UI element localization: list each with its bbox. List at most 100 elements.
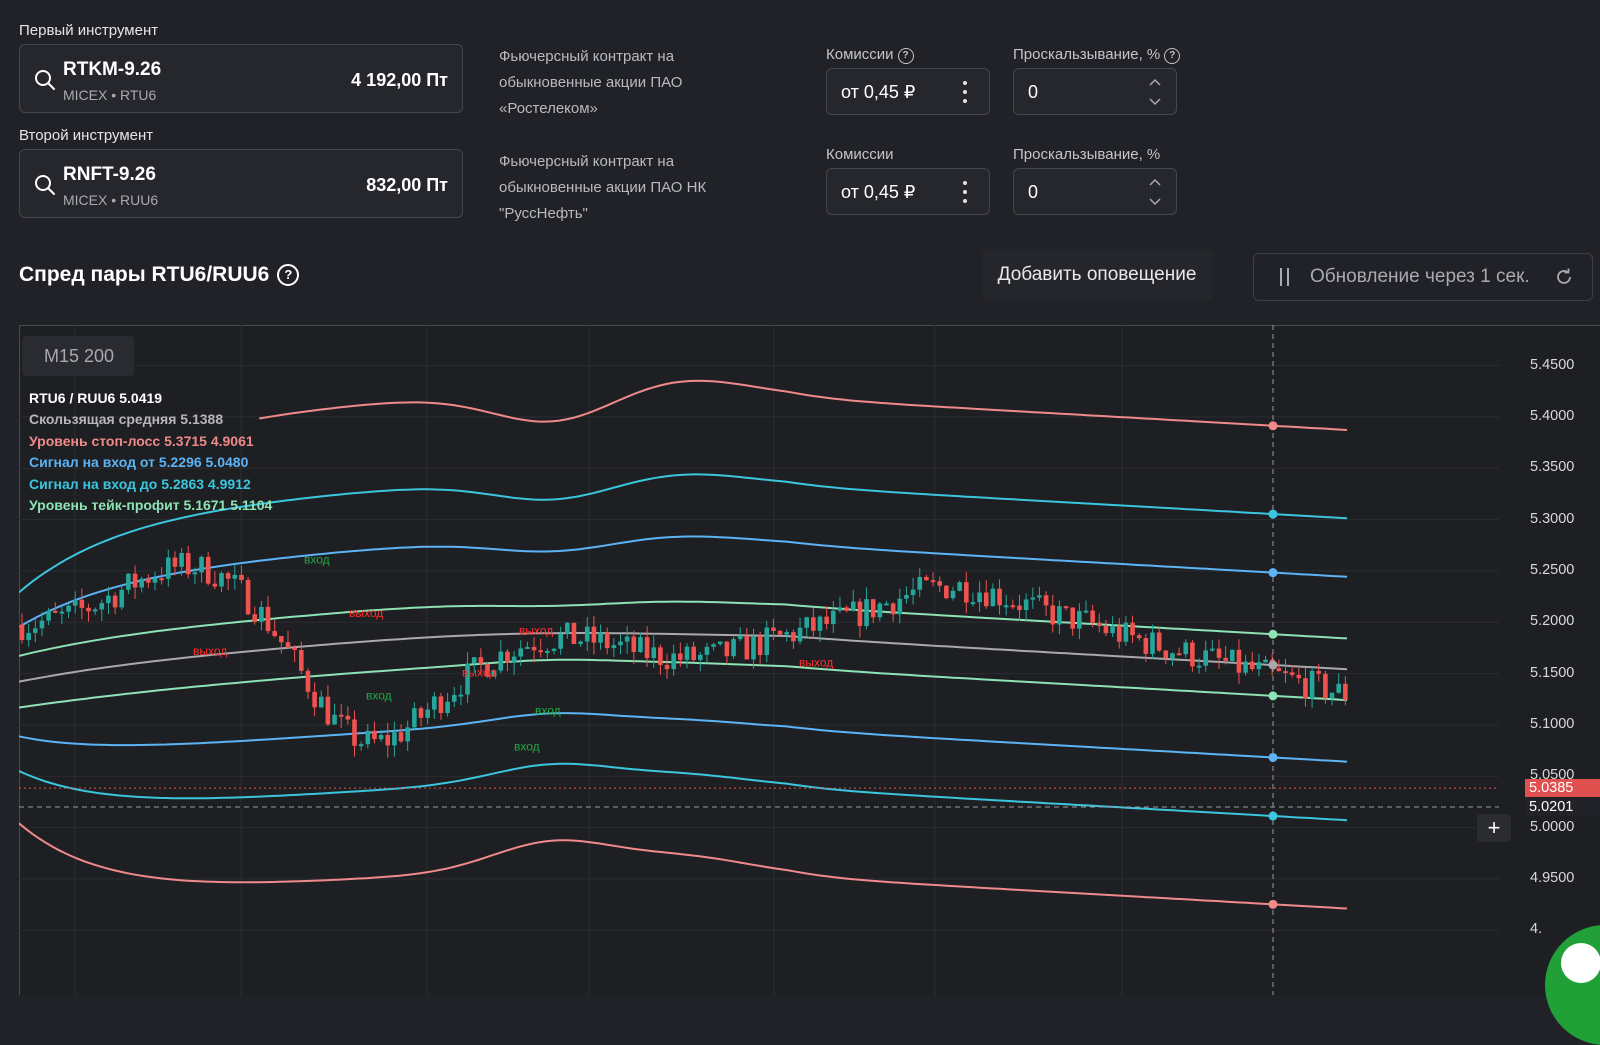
candle-body (385, 734, 391, 746)
candle-body (1023, 599, 1029, 611)
help-icon[interactable]: ? (1164, 48, 1181, 64)
candle-body (92, 609, 98, 612)
candle-body (1203, 650, 1208, 666)
candle-body (99, 603, 105, 610)
candle-body (804, 617, 809, 628)
candle-body (166, 557, 171, 579)
timeframe-badge[interactable]: M15 200 (22, 336, 134, 376)
candle-body (1223, 657, 1228, 661)
first-slippage-field[interactable]: 0 (1013, 68, 1177, 115)
candle-body (744, 635, 750, 660)
candle-body (1230, 649, 1235, 661)
candle-body (66, 605, 71, 612)
candle-body (1329, 692, 1335, 699)
auto-update-control[interactable]: Обновление через 1 сек. (1253, 253, 1593, 301)
stepper-arrows-icon[interactable] (1148, 77, 1162, 107)
candle-body (844, 607, 849, 611)
candle-body (199, 556, 204, 573)
candle-body (225, 573, 231, 579)
candle-body (784, 632, 790, 635)
candle-body (1116, 625, 1122, 642)
candle-body (79, 599, 85, 608)
candle-body (179, 553, 184, 567)
stepper-arrows-icon[interactable] (1148, 177, 1162, 207)
y-axis-tick-label: 5.4500 (1530, 356, 1575, 373)
candle-body (950, 590, 956, 599)
candle-body (212, 583, 218, 587)
candle-body (232, 574, 238, 579)
candle-body (751, 636, 756, 660)
candle-body (658, 647, 663, 665)
pause-icon[interactable] (1280, 268, 1290, 286)
second-slippage-field[interactable]: 0 (1013, 168, 1177, 215)
legend-entry: Уровень стоп-лосс 5.3715 4.9061 (29, 432, 254, 449)
refresh-icon[interactable] (1554, 267, 1574, 287)
candle-body (1103, 625, 1109, 634)
candle-body (1090, 610, 1095, 623)
candle-body (711, 644, 716, 647)
candle-body (1156, 632, 1162, 651)
help-icon[interactable]: ? (277, 264, 300, 286)
candle-body (857, 601, 863, 627)
candle-body (624, 636, 630, 642)
candle-body (983, 592, 989, 607)
candle-body (558, 633, 563, 649)
candle-body (132, 573, 138, 588)
candle-body (299, 650, 304, 671)
candle-body (864, 599, 869, 627)
candle-body (285, 642, 291, 648)
legend-entry: Скользящая средняя 5.1388 (29, 411, 224, 428)
candle-body (618, 641, 623, 646)
second-instrument-selector[interactable]: RNFT-9.26 MICEX • RUU6 832,00 Пт (19, 149, 463, 218)
candle-body (1123, 622, 1129, 642)
candle-body (139, 578, 144, 588)
candle-body (378, 734, 384, 740)
more-options-icon[interactable] (963, 181, 967, 203)
candle-body (1163, 650, 1169, 659)
first-commission-field[interactable]: от 0,45 ₽ (826, 68, 990, 115)
candle-body (698, 654, 703, 661)
candle-body (332, 714, 337, 725)
first-instrument-selector[interactable]: RTKM-9.26 MICEX • RTU6 4 192,00 Пт (19, 44, 463, 113)
help-icon[interactable]: ? (897, 48, 914, 64)
candle-body (545, 650, 550, 653)
candle-body (671, 653, 676, 670)
candle-body (764, 627, 770, 656)
candle-body (438, 696, 444, 714)
candle-body (152, 578, 158, 583)
candle-body (1263, 659, 1268, 663)
candle-body (651, 647, 657, 659)
candle-body (458, 694, 464, 697)
candle-body (418, 708, 424, 718)
candle-body (811, 617, 816, 631)
first-instrument-price: 4 192,00 Пт (351, 70, 448, 90)
candle-body (372, 730, 377, 740)
crosshair-price-tag: 5.0201 (1525, 798, 1600, 816)
candle-body (1077, 611, 1082, 629)
candle-body (1097, 622, 1102, 626)
candle-body (471, 657, 477, 664)
candle-body (604, 632, 610, 649)
candle-body (717, 641, 723, 645)
first-instrument-exchange: MICEX • RTU6 (63, 87, 157, 103)
candle-body (565, 622, 570, 634)
chat-icon (1561, 943, 1600, 983)
candle-body (1210, 648, 1215, 651)
candle-body (990, 588, 996, 607)
candle-body (884, 603, 889, 606)
candle-body (272, 631, 277, 637)
candle-body (525, 646, 530, 649)
add-alert-button[interactable]: Добавить оповещение (982, 249, 1212, 301)
candle-body (432, 696, 437, 710)
candle-body (26, 632, 31, 641)
candle-body (638, 637, 643, 652)
add-level-button[interactable]: + (1477, 814, 1511, 842)
second-commission-field[interactable]: от 0,45 ₽ (826, 168, 990, 215)
candle-body (1043, 595, 1049, 606)
candle-body (1309, 670, 1315, 699)
more-options-icon[interactable] (963, 81, 967, 103)
first-commission-label: Комиссии? (826, 46, 914, 64)
second-commission-value: от 0,45 ₽ (841, 182, 916, 202)
candle-body (239, 574, 244, 581)
candle-body (39, 620, 45, 629)
